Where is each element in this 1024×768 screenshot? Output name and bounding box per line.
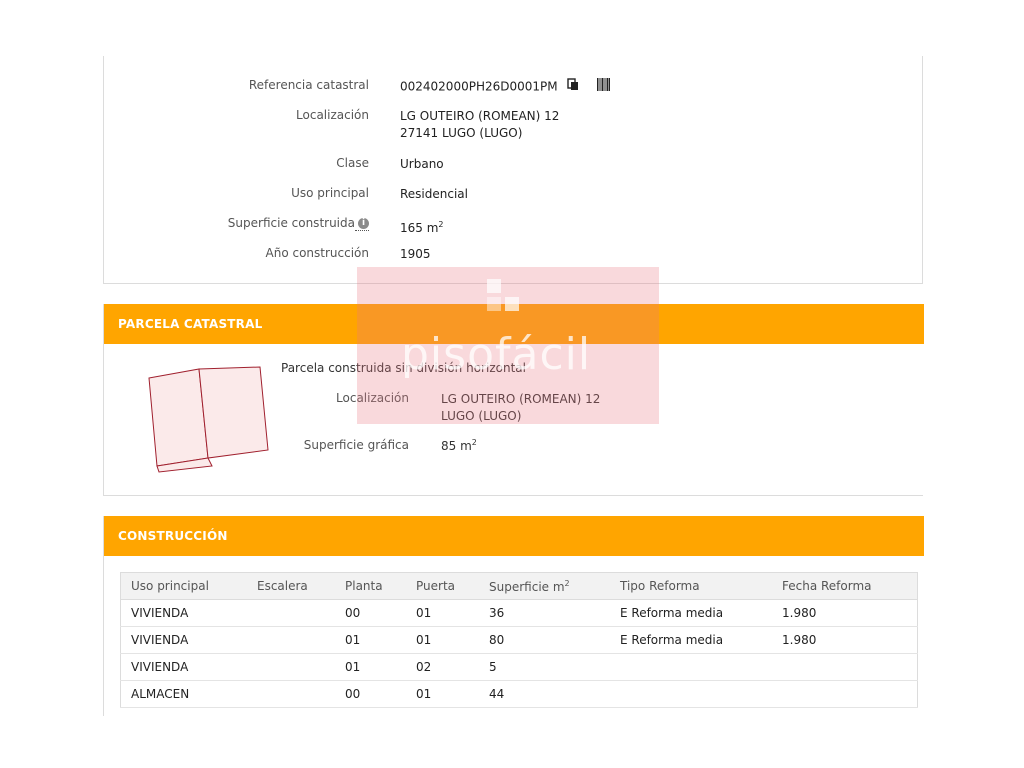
parcela-localizacion-value: LG OUTEIRO (ROMEAN) 12 LUGO (LUGO) bbox=[441, 391, 600, 425]
table-row: VIVIENDA 00 01 36 E Reforma media 1.980 bbox=[120, 599, 918, 627]
anio-value: 1905 bbox=[400, 247, 431, 261]
cell-escalera bbox=[247, 680, 335, 708]
col-planta: Planta bbox=[335, 572, 406, 600]
cell-fecha-reforma bbox=[772, 680, 918, 708]
cell-tipo-reforma bbox=[610, 680, 772, 708]
col-uso-principal: Uso principal bbox=[120, 572, 247, 600]
parcela-panel: PARCELA CATASTRAL Parcela construida sin… bbox=[103, 304, 924, 496]
cell-planta: 00 bbox=[335, 680, 406, 708]
col-escalera: Escalera bbox=[247, 572, 335, 600]
col-tipo-reforma: Tipo Reforma bbox=[610, 572, 772, 600]
table-row: VIVIENDA 01 01 80 E Reforma media 1.980 bbox=[120, 626, 918, 654]
parcela-description: Parcela construida sin división horizont… bbox=[281, 361, 526, 375]
cell-puerta: 01 bbox=[406, 599, 479, 627]
copy-icon[interactable] bbox=[567, 78, 579, 96]
cell-escalera bbox=[247, 626, 335, 654]
cell-uso: VIVIENDA bbox=[120, 626, 247, 654]
cell-planta: 01 bbox=[335, 653, 406, 681]
col-puerta: Puerta bbox=[406, 572, 479, 600]
table-header-row: Uso principal Escalera Planta Puerta Sup… bbox=[120, 572, 918, 600]
cell-puerta: 02 bbox=[406, 653, 479, 681]
col-superficie-sup: 2 bbox=[564, 578, 570, 588]
uso-value: Residencial bbox=[400, 187, 468, 201]
superficie-label: Superficie construida bbox=[227, 216, 355, 230]
cell-puerta: 01 bbox=[406, 680, 479, 708]
cell-superficie: 80 bbox=[479, 626, 610, 654]
construccion-table: Uso principal Escalera Planta Puerta Sup… bbox=[120, 572, 918, 708]
parcela-superficie-label: Superficie gráfica bbox=[303, 438, 409, 452]
cell-escalera bbox=[247, 653, 335, 681]
table-row: ALMACEN 00 01 44 bbox=[120, 680, 918, 708]
parcela-superficie-text: 85 m bbox=[441, 439, 472, 453]
superficie-label-wrap: Superficie construida i bbox=[227, 216, 369, 231]
localizacion-line2: 27141 LUGO (LUGO) bbox=[400, 126, 523, 140]
cell-tipo-reforma: E Reforma media bbox=[610, 599, 772, 627]
cell-superficie: 36 bbox=[479, 599, 610, 627]
cell-puerta: 01 bbox=[406, 626, 479, 654]
parcela-header: PARCELA CATASTRAL bbox=[104, 304, 924, 344]
parcel-map[interactable] bbox=[146, 366, 276, 476]
referencia-text: 002402000PH26D0001PM bbox=[400, 79, 558, 94]
parcela-superficie-sup: 2 bbox=[471, 438, 477, 447]
cell-uso: VIVIENDA bbox=[120, 653, 247, 681]
localizacion-line1: LG OUTEIRO (ROMEAN) 12 bbox=[400, 109, 560, 123]
localizacion-label: Localización bbox=[296, 108, 369, 122]
cell-fecha-reforma bbox=[772, 653, 918, 681]
uso-label: Uso principal bbox=[291, 186, 369, 200]
referencia-label: Referencia catastral bbox=[248, 78, 369, 92]
cell-fecha-reforma: 1.980 bbox=[772, 599, 918, 627]
col-fecha-reforma: Fecha Reforma bbox=[772, 572, 918, 600]
construccion-panel: CONSTRUCCIÓN Uso principal Escalera Plan… bbox=[103, 516, 924, 716]
parcela-localizacion-line2: LUGO (LUGO) bbox=[441, 409, 522, 423]
superficie-value-text: 165 m bbox=[400, 221, 439, 235]
construccion-header: CONSTRUCCIÓN bbox=[104, 516, 924, 556]
cell-tipo-reforma bbox=[610, 653, 772, 681]
cell-superficie: 44 bbox=[479, 680, 610, 708]
superficie-value: 165 m2 bbox=[400, 216, 444, 237]
parcela-superficie-value: 85 m2 bbox=[441, 438, 477, 453]
info-icon[interactable]: i bbox=[358, 218, 369, 229]
cell-superficie: 5 bbox=[479, 653, 610, 681]
table-row: VIVIENDA 01 02 5 bbox=[120, 653, 918, 681]
property-info-panel: Referencia catastral 002402000PH26D0001P… bbox=[103, 56, 923, 284]
clase-value: Urbano bbox=[400, 157, 444, 171]
cell-fecha-reforma: 1.980 bbox=[772, 626, 918, 654]
anio-label: Año construcción bbox=[265, 246, 370, 260]
parcela-localizacion-line1: LG OUTEIRO (ROMEAN) 12 bbox=[441, 392, 601, 406]
col-superficie-text: Superficie m bbox=[489, 579, 565, 594]
info-icon-wrap[interactable]: i bbox=[355, 216, 369, 231]
parcela-localizacion-label: Localización bbox=[336, 391, 409, 405]
cell-tipo-reforma: E Reforma media bbox=[610, 626, 772, 654]
localizacion-value: LG OUTEIRO (ROMEAN) 12 27141 LUGO (LUGO) bbox=[400, 108, 559, 142]
cell-escalera bbox=[247, 599, 335, 627]
cell-uso: ALMACEN bbox=[120, 680, 247, 708]
clase-label: Clase bbox=[336, 156, 369, 170]
superficie-unit-sup: 2 bbox=[438, 220, 444, 229]
col-superficie: Superficie m2 bbox=[479, 572, 610, 600]
cell-planta: 01 bbox=[335, 626, 406, 654]
cell-planta: 00 bbox=[335, 599, 406, 627]
cell-uso: VIVIENDA bbox=[120, 599, 247, 627]
barcode-icon[interactable] bbox=[597, 78, 611, 96]
referencia-value: 002402000PH26D0001PM bbox=[400, 78, 611, 96]
